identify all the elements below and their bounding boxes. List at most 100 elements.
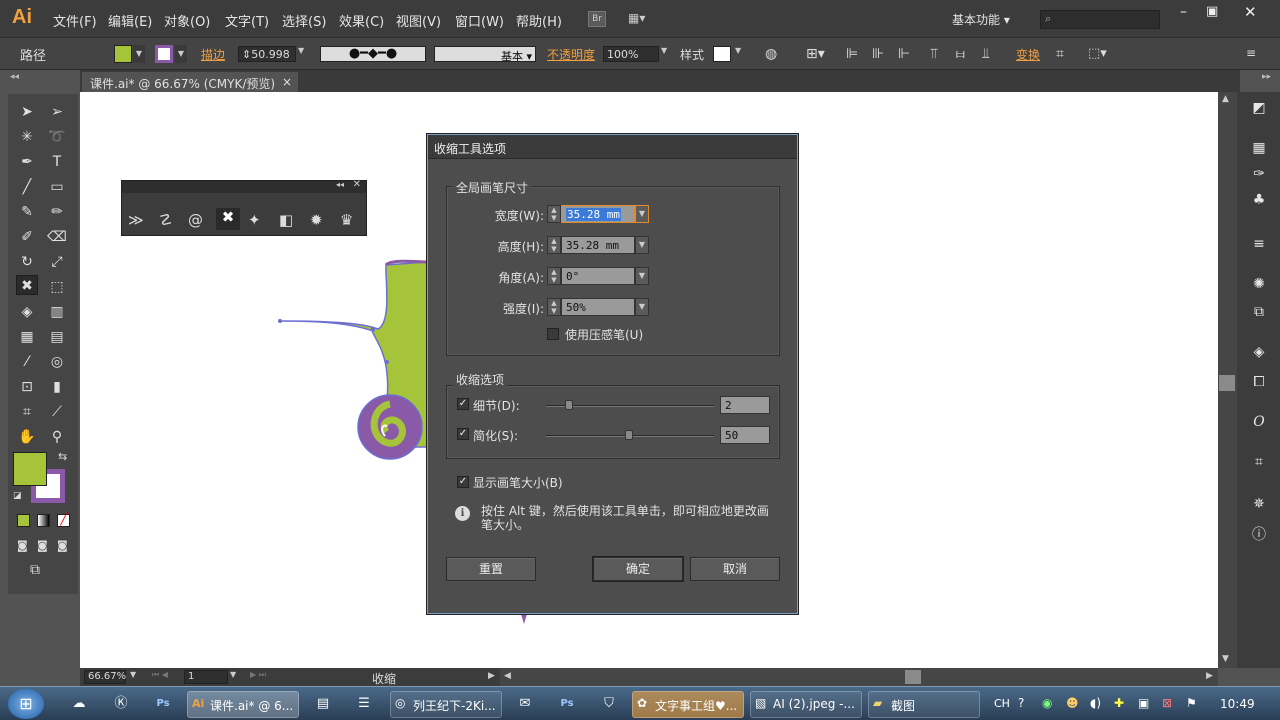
horizontal-scrollbar[interactable]: ◀ ▶ [500, 668, 1218, 686]
stroke-swatch[interactable] [155, 45, 173, 63]
scroll-left-arrow[interactable]: ◀ [504, 671, 511, 681]
align-top-icon[interactable]: ⫪ [930, 46, 938, 62]
graphic-styles-panel-icon[interactable]: ⧉ [1249, 304, 1269, 322]
mail-icon[interactable]: ✉ [514, 693, 536, 715]
eraser-tool-icon[interactable]: ⌫ [46, 227, 68, 247]
align-bottom-icon[interactable]: ⫫ [982, 46, 990, 62]
scroll-right-arrow[interactable]: ▶ [1206, 671, 1213, 681]
action-center-icon[interactable]: ⚑ [1186, 696, 1197, 710]
panel-close-icon[interactable]: ✕ [353, 179, 361, 190]
pucker-panel-icon[interactable]: ✖ [216, 208, 240, 230]
artboards-panel-icon[interactable]: ⧠ [1249, 374, 1269, 392]
slice-tool-icon[interactable]: ⟋ [46, 402, 68, 422]
crystallize-tool-icon[interactable]: ✹ [310, 211, 323, 229]
align-to-icon[interactable]: ⊞▾ [806, 46, 825, 62]
height-dropdown[interactable]: ▼ [635, 236, 649, 254]
menu-view[interactable]: 视图(V) [396, 11, 441, 30]
blob-brush-tool-icon[interactable]: ✐ [16, 227, 38, 247]
free-transform-tool-icon[interactable]: ⬚ [46, 277, 68, 297]
height-spinner[interactable]: ▲ ▼ [547, 236, 561, 254]
blend-tool-icon[interactable]: ◎ [46, 352, 68, 372]
collapse-panels-icon[interactable]: ▸▸ [1262, 72, 1271, 82]
panel-title-bar[interactable]: ◂◂ ✕ [122, 179, 366, 193]
menu-help[interactable]: 帮助(H) [516, 11, 562, 30]
stroke-panel-icon[interactable]: ≡ [1249, 236, 1269, 254]
scroll-up-arrow[interactable]: ▲ [1222, 94, 1229, 104]
taskbar-screenshot-folder[interactable]: ▰ 截图 [868, 691, 980, 718]
zoom-dropdown[interactable]: ▼ [130, 670, 136, 679]
taskbar-browser[interactable]: ◎ 列王纪下-2Ki... [390, 691, 502, 718]
pucker-tool-icon[interactable]: ✖ [16, 275, 38, 295]
kugou-icon[interactable]: Ⓚ [110, 693, 132, 715]
align-center-icon[interactable]: ⊪ [872, 46, 884, 62]
zoom-field[interactable]: 66.67% [84, 670, 126, 684]
graphic-style-swatch[interactable] [713, 46, 731, 62]
artboard-dropdown[interactable]: ▼ [230, 670, 236, 679]
opacity-dropdown[interactable]: ▼ [661, 46, 667, 55]
intensity-spinner[interactable]: ▲ ▼ [547, 298, 561, 316]
lasso-tool-icon[interactable]: ➰ [46, 127, 68, 147]
tray-help-icon[interactable]: ? [1018, 696, 1024, 710]
stroke-dropdown[interactable]: ▼ [175, 45, 187, 63]
warp-tool-icon[interactable]: ☡ [159, 211, 172, 229]
width-dropdown[interactable]: ▼ [635, 205, 649, 223]
opacity-field[interactable]: 100% [603, 46, 659, 62]
start-button[interactable]: ⊞ [8, 689, 44, 719]
fill-swatch[interactable] [114, 45, 132, 63]
swap-colors-icon[interactable]: ⇆ [58, 450, 67, 463]
cancel-button[interactable]: 取消 [690, 557, 780, 581]
menu-edit[interactable]: 编辑(E) [108, 11, 152, 30]
taskbar-qq-chat[interactable]: ✿ 文字事工组♥... [632, 691, 744, 718]
zoom-tool-icon[interactable]: ⚲ [46, 427, 68, 447]
pencil-tool-icon[interactable]: ✏ [46, 202, 68, 222]
status-menu-arrow[interactable]: ▶ [488, 671, 495, 681]
shield-icon[interactable]: ⛉ [598, 693, 620, 715]
artboard-tool-icon[interactable]: ⌗ [16, 402, 38, 422]
info-panel-icon[interactable]: ⓘ [1249, 524, 1269, 543]
line-tool-icon[interactable]: ╱ [16, 177, 38, 197]
align-left-icon[interactable]: ⊫ [846, 46, 858, 62]
twirl-tool-icon[interactable]: @ [188, 211, 203, 229]
draw-normal-icon[interactable]: ◙ [17, 539, 28, 552]
symbol-sprayer-tool-icon[interactable]: ⊡ [16, 377, 38, 397]
stroke-weight-field[interactable]: ⇕50.998 [238, 46, 296, 62]
width-profile-select[interactable]: ●━◆━● [320, 46, 426, 62]
screen-mode-icon[interactable]: ⧉ [30, 562, 40, 578]
horizontal-scroll-thumb[interactable] [905, 670, 921, 684]
panel-collapse-icon[interactable]: ◂◂ [336, 180, 344, 189]
detail-field[interactable]: 2 [720, 396, 770, 414]
transform-icon[interactable]: ⌗ [1056, 46, 1064, 62]
magic-wand-tool-icon[interactable]: ✳ [16, 127, 38, 147]
angle-spinner[interactable]: ▲ ▼ [547, 267, 561, 285]
hand-tool-icon[interactable]: ✋ [16, 427, 38, 447]
detail-checkbox[interactable]: ✓ [457, 398, 469, 410]
none-mode-icon[interactable]: ╱ [57, 514, 70, 527]
document-tab-close[interactable]: × [282, 75, 292, 89]
align-panel-icon[interactable]: ✵ [1249, 496, 1269, 514]
menu-file[interactable]: 文件(F) [53, 11, 97, 30]
navigator-panel-icon[interactable]: ◩ [1249, 100, 1269, 118]
stroke-label[interactable]: 描边 [201, 46, 225, 63]
scroll-down-arrow[interactable]: ▼ [1222, 654, 1229, 664]
input-language[interactable]: CH [994, 697, 1010, 710]
security-tray-icon[interactable]: ✚ [1114, 696, 1124, 710]
character-panel-icon[interactable]: O [1249, 414, 1269, 432]
opacity-label[interactable]: 不透明度 [547, 46, 595, 63]
vertical-scrollbar[interactable]: ▲ ▼ [1218, 92, 1237, 668]
selection-tool-icon[interactable]: ➤ [16, 102, 38, 122]
brushes-panel-icon[interactable]: ✑ [1249, 166, 1269, 184]
simplify-checkbox[interactable]: ✓ [457, 428, 469, 440]
taskbar-illustrator[interactable]: Ai 课件.ai* @ 6... [187, 691, 299, 718]
width-tool-icon[interactable]: ≫ [128, 211, 144, 229]
wrinkle-tool-icon[interactable]: ♛ [340, 211, 353, 229]
width-field[interactable]: 35.28 mm [561, 205, 635, 223]
fill-dropdown[interactable]: ▼ [133, 45, 145, 63]
fill-color-box[interactable] [13, 452, 47, 486]
intensity-field[interactable]: 50% [561, 298, 635, 316]
menu-type[interactable]: 文字(T) [225, 11, 269, 30]
symbols-panel-icon[interactable]: ♣ [1249, 192, 1269, 210]
taskbar-image-viewer[interactable]: ▧ AI (2).jpeg -... [750, 691, 862, 718]
simplify-field[interactable]: 50 [720, 426, 770, 444]
menu-object[interactable]: 对象(O) [164, 11, 210, 30]
search-input[interactable]: ⌕ [1040, 10, 1160, 29]
